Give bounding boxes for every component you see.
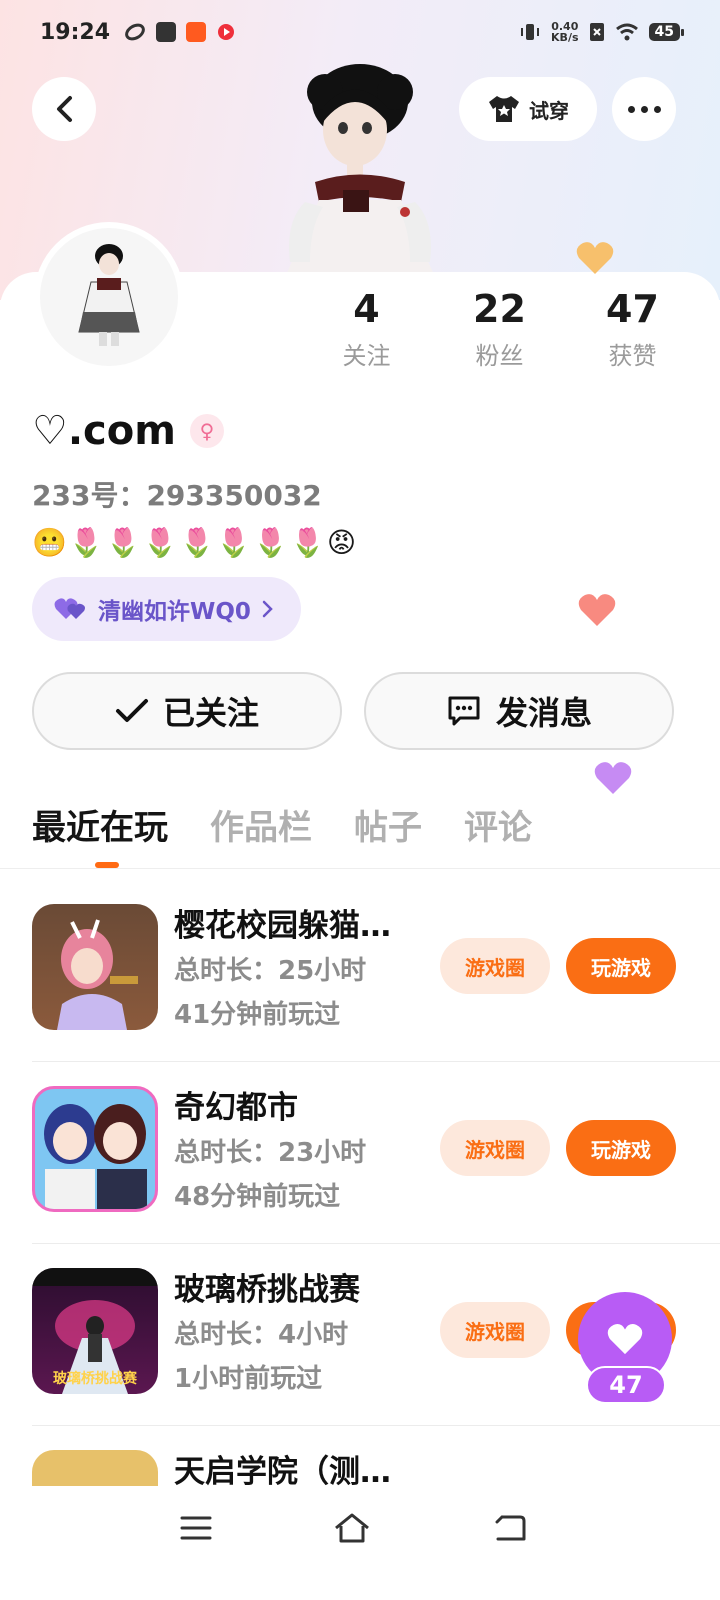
download-icon (186, 22, 207, 42)
send-message-button[interactable]: 发消息 (364, 672, 674, 750)
game-circle-button[interactable]: 游戏圈 (440, 938, 550, 994)
username: ♡.com (32, 408, 176, 454)
more-dots-icon (627, 105, 661, 113)
followed-button[interactable]: 已关注 (32, 672, 342, 750)
stat-label: 获赞 (608, 342, 657, 370)
back-button[interactable] (32, 77, 96, 141)
game-title: 玻璃桥挑战赛 (174, 1272, 360, 1308)
status-time: 19:24 (40, 19, 111, 45)
stat-value: 22 (473, 287, 526, 331)
stat-value: 47 (606, 287, 659, 331)
menu-icon (180, 1516, 212, 1540)
avatar-figure-image (78, 244, 140, 346)
wifi-icon (615, 23, 638, 41)
game-thumbnail[interactable] (32, 904, 158, 1030)
tabs-divider (0, 868, 720, 869)
game-last-played: 48分钟前玩过 (174, 1182, 341, 1212)
game-circle-button[interactable]: 游戏圈 (440, 1302, 550, 1358)
female-gender-icon: ♀ (189, 414, 224, 448)
battery-indicator: 45 (648, 23, 685, 41)
recent-apps-button[interactable] (166, 1508, 226, 1548)
network-speed-unit: KB/s (551, 31, 579, 44)
video-app-icon (218, 24, 235, 40)
profile-avatar[interactable] (34, 222, 184, 372)
floating-heart-icon (594, 762, 632, 794)
game-thumbnail[interactable] (32, 1086, 158, 1212)
network-speed: 0.40 KB/s (551, 21, 578, 43)
app-notification-icon (125, 23, 145, 41)
floating-heart-icon (576, 242, 614, 274)
stat-label: 关注 (342, 342, 391, 370)
tab-recently-played[interactable]: 最近在玩 (32, 800, 168, 849)
group-name: 清幽如许WQ0 (98, 599, 251, 625)
profile-tabs: 最近在玩 作品栏 帖子 评论 (32, 800, 532, 849)
home-icon (335, 1513, 369, 1543)
game-circle-button[interactable]: 游戏圈 (440, 1120, 550, 1176)
status-bar: 19:24 0.40 KB/s 45 (0, 0, 720, 64)
send-message-label: 发消息 (495, 694, 592, 732)
tab-comments[interactable]: 评论 (464, 800, 532, 849)
more-options-button[interactable] (612, 77, 676, 141)
user-bio: 😬🌷🌷🌷🌷🌷🌷🌷😡 (32, 526, 359, 559)
game-title: 樱花校园躲猫… (174, 908, 391, 944)
heart-icon (607, 1324, 643, 1355)
stat-following[interactable]: 4 关注 (300, 286, 433, 371)
home-button[interactable] (322, 1508, 382, 1548)
game-duration: 总时长：23小时 (174, 1138, 367, 1168)
try-on-button[interactable]: 试穿 (459, 77, 597, 141)
stat-label: 粉丝 (475, 342, 524, 370)
game-duration: 总时长：25小时 (174, 956, 367, 986)
stat-followers[interactable]: 22 粉丝 (433, 286, 566, 371)
play-game-button[interactable]: 玩游戏 (566, 938, 676, 994)
floating-heart-icon (578, 594, 616, 626)
mail-icon (156, 22, 177, 42)
checkmark-icon (115, 699, 148, 722)
profile-stats: 4 关注 22 粉丝 47 获赞 (300, 286, 700, 371)
chat-bubble-icon (448, 696, 480, 726)
return-icon (495, 1515, 526, 1541)
like-count: 47 (586, 1366, 666, 1404)
game-thumbnail-art (44, 1104, 147, 1209)
game-title: 天启学院（测… (174, 1454, 391, 1486)
game-thumbnail[interactable]: 玻璃桥挑战赛 (32, 1268, 158, 1394)
system-navigation-bar (0, 1486, 720, 1600)
notification-icons (124, 22, 236, 42)
game-duration: 总时长：4小时 (174, 1320, 349, 1350)
game-last-played: 41分钟前玩过 (174, 1000, 341, 1030)
followed-label: 已关注 (162, 694, 259, 732)
game-title: 奇幻都市 (174, 1090, 298, 1126)
status-right-icons: 0.40 KB/s 45 (519, 21, 685, 43)
back-nav-button[interactable] (480, 1508, 540, 1548)
chevron-right-icon (262, 600, 273, 618)
game-thumbnail[interactable] (32, 1450, 158, 1486)
double-heart-icon (54, 598, 85, 619)
back-arrow-icon (57, 96, 72, 122)
username-row: ♡.com ♀ (32, 408, 224, 454)
play-game-button[interactable]: 玩游戏 (566, 1120, 676, 1176)
game-list-item[interactable]: 奇幻都市 总时长：23小时 48分钟前玩过 游戏圈 玩游戏 (32, 1062, 720, 1244)
thumbnail-caption: 玻璃桥挑战赛 (53, 1371, 137, 1387)
game-list-item[interactable]: 樱花校园躲猫… 总时长：25小时 41分钟前玩过 游戏圈 玩游戏 (32, 880, 720, 1062)
game-last-played: 1小时前玩过 (174, 1364, 323, 1394)
game-thumbnail-art (57, 919, 138, 1030)
vibrate-icon (521, 24, 540, 40)
tshirt-icon (489, 96, 519, 122)
stat-value: 4 (353, 287, 380, 331)
tab-posts[interactable]: 帖子 (354, 800, 422, 849)
user-id: 233号：293350032 (32, 479, 322, 512)
hero-avatar-figure (285, 64, 435, 277)
sim-off-icon (589, 23, 604, 41)
group-chip[interactable]: 清幽如许WQ0 (32, 577, 301, 641)
tab-works[interactable]: 作品栏 (210, 800, 312, 849)
game-list-item[interactable]: 天启学院（测… (32, 1426, 720, 1486)
try-on-label: 试穿 (529, 98, 569, 123)
stat-likes[interactable]: 47 获赞 (566, 286, 699, 371)
